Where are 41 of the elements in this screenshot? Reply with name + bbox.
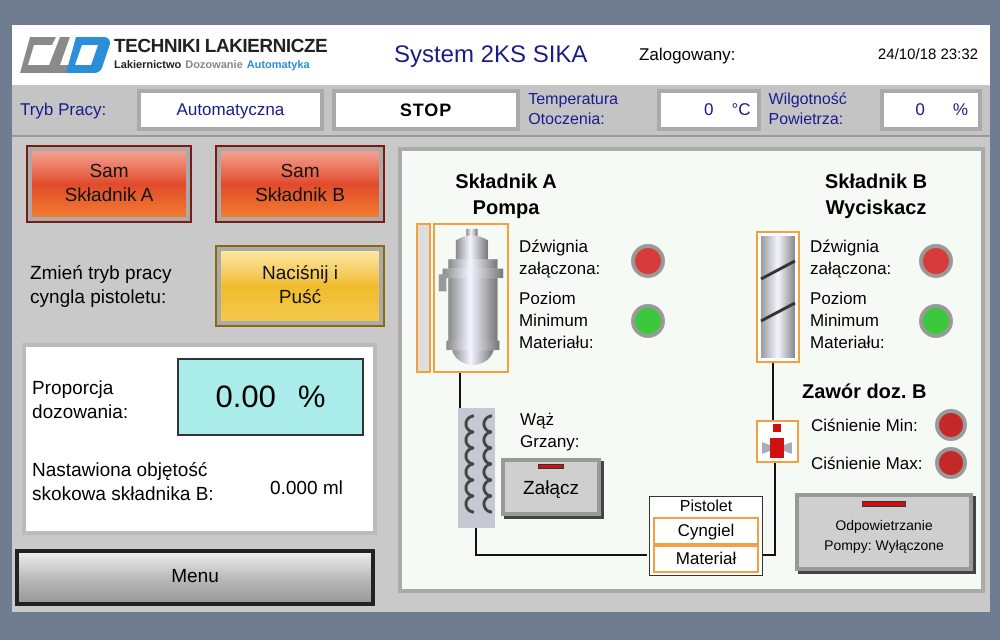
pipe-line (459, 371, 461, 408)
mode-label: Tryb Pracy: (20, 99, 108, 122)
component-a-title: Składnik A Pompa (454, 170, 558, 221)
status-bar-icon (862, 501, 906, 507)
date-time: 24/10/18 23:32 (878, 44, 978, 65)
trigger-mode-button[interactable]: Naciśnij i Puść (217, 247, 383, 325)
humidity-field: 0 % (880, 89, 982, 131)
component-b-title: Składnik B Wyciskacz (824, 170, 928, 221)
component-b-button[interactable]: Sam Składnik B (217, 147, 383, 221)
pump-purge-button[interactable]: Odpowietrzanie Pompy: Wyłączone (795, 493, 973, 571)
status-bar-icon (538, 464, 564, 469)
gun-title: Pistolet (680, 497, 732, 517)
gun-item: Materiał (653, 545, 759, 573)
logo-name: TECHNIKI LAKIERNICZE (114, 37, 328, 57)
hose-label: Wąż Grzany: (520, 409, 580, 453)
indicator-label: Dźwignia załączona: (810, 236, 892, 280)
mode-field: Automatyczna (137, 89, 324, 131)
ratio-field: 0.00 % (177, 358, 364, 436)
logo-tagline: Lakiernictwo Dozowanie Automatyka (114, 58, 311, 73)
indicator-label: Ciśnienie Max: (811, 453, 922, 475)
valve-icon (756, 420, 799, 463)
state-field: STOP (332, 89, 520, 131)
ratio-label: Proporcja dozowania: (32, 377, 128, 425)
humidity-label: Wilgotność Powietrza: (768, 90, 848, 130)
valve-title: Zawór doz. B (802, 380, 926, 405)
temperature-label: Temperatura Otoczenia: (528, 90, 620, 130)
component-a-button[interactable]: Sam Składnik A (28, 147, 190, 221)
volume-value: 0.000 ml (270, 477, 343, 501)
temperature-field: 0 °C (657, 89, 761, 131)
menu-button[interactable]: Menu (15, 549, 375, 606)
volume-label: Nastawiona objętość skokowa składnika B: (32, 459, 214, 507)
indicator-label: Poziom Minimum Materiału: (519, 288, 594, 354)
hose-heat-button[interactable]: Załącz (501, 458, 601, 516)
gun-item: Cyngiel (653, 517, 759, 545)
system-title: System 2KS SIKA (394, 40, 588, 70)
indicator-label: Dźwignia załączona: (519, 236, 600, 280)
user-label: Zalogowany: (639, 44, 736, 66)
pipe-line (772, 363, 774, 420)
indicator-label: Poziom Minimum Materiału: (810, 288, 885, 354)
indicator-label: Ciśnienie Min: (811, 415, 918, 437)
trigger-mode-label: Zmień tryb pracy cyngla pistoletu: (30, 262, 172, 310)
